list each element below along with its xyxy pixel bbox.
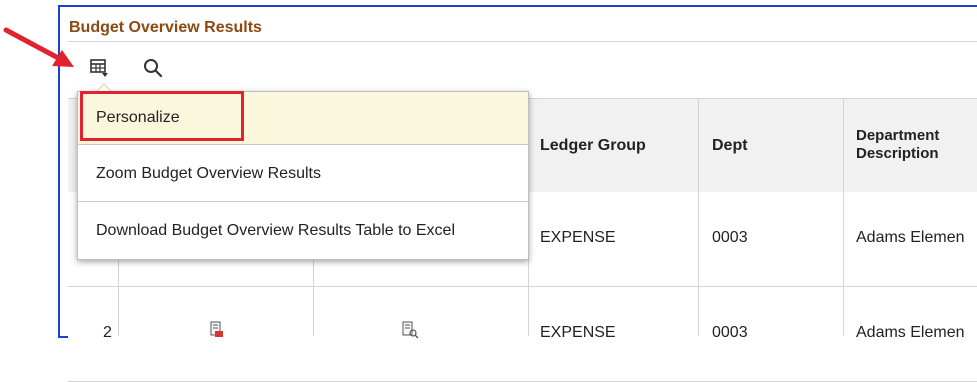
header-dept-description-line1: Department bbox=[856, 127, 940, 144]
cell-dept: 0003 bbox=[712, 229, 748, 246]
inquiry-detail-icon[interactable] bbox=[401, 320, 419, 340]
header-dept[interactable]: Dept bbox=[712, 137, 748, 155]
menu-item-download-excel[interactable]: Download Budget Overview Results Table t… bbox=[78, 201, 528, 259]
panel-title: Budget Overview Results bbox=[69, 19, 262, 36]
cell-ledger-group: EXPENSE bbox=[540, 324, 616, 341]
cell-dept-description: Adams Elemen bbox=[856, 229, 965, 246]
search-icon[interactable] bbox=[142, 57, 164, 79]
budget-detail-icon[interactable] bbox=[208, 320, 224, 340]
header-ledger-group[interactable]: Ledger Group bbox=[540, 137, 646, 155]
cell-row-number: 2 bbox=[103, 324, 112, 341]
table-row: 2 EXPENSE 0003 Adams Elemen bbox=[68, 287, 977, 382]
header-dept-description-line2: Description bbox=[856, 145, 939, 162]
col-divider bbox=[698, 98, 699, 336]
cell-ledger-group: EXPENSE bbox=[540, 229, 616, 246]
grid-menu-icon[interactable] bbox=[88, 57, 110, 79]
callout-arrow bbox=[3, 27, 74, 67]
menu-item-zoom[interactable]: Zoom Budget Overview Results bbox=[78, 144, 528, 201]
cell-dept: 0003 bbox=[712, 324, 748, 341]
grid-toolbar bbox=[68, 47, 977, 83]
header-dept-description[interactable]: Department Description bbox=[856, 127, 939, 163]
col-divider bbox=[843, 98, 844, 336]
title-divider bbox=[68, 41, 977, 42]
personalize-callout-box bbox=[80, 91, 244, 141]
cell-dept-description: Adams Elemen bbox=[856, 324, 965, 341]
